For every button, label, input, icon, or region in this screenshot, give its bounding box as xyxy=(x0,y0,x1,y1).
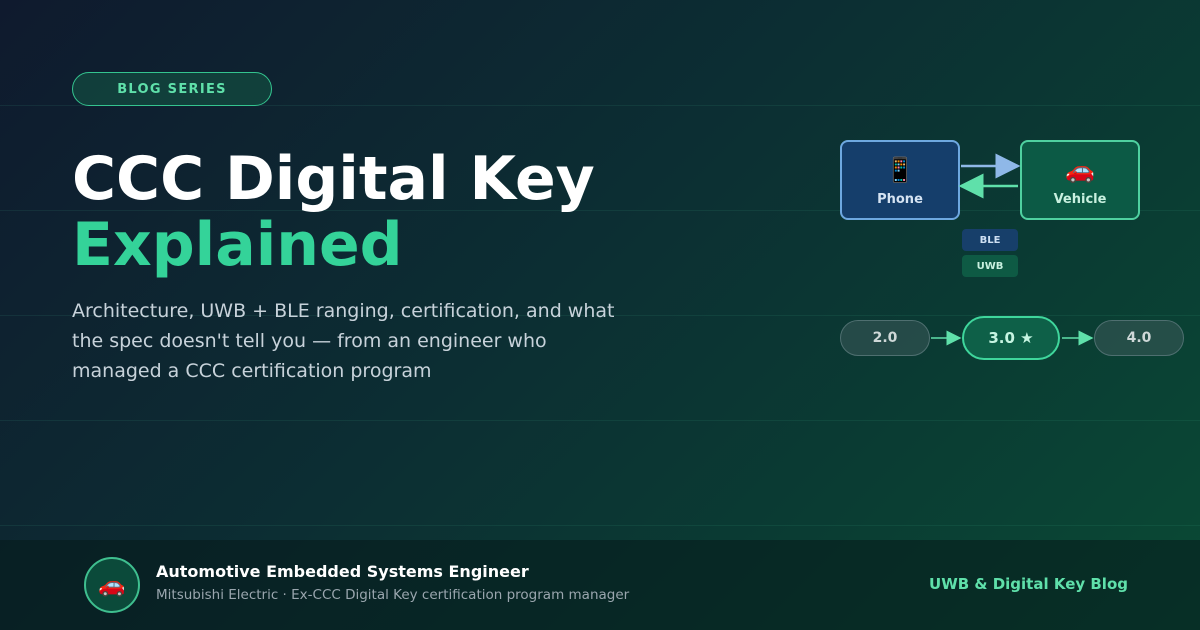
blog-name: UWB & Digital Key Blog xyxy=(929,575,1128,593)
diagram-arrows xyxy=(931,153,1094,346)
author-name: Automotive Embedded Systems Engineer xyxy=(156,562,529,581)
avatar: 🚗 xyxy=(84,557,140,613)
car-icon: 🚗 xyxy=(98,572,126,598)
author-role: Mitsubishi Electric · Ex-CCC Digital Key… xyxy=(156,587,630,603)
